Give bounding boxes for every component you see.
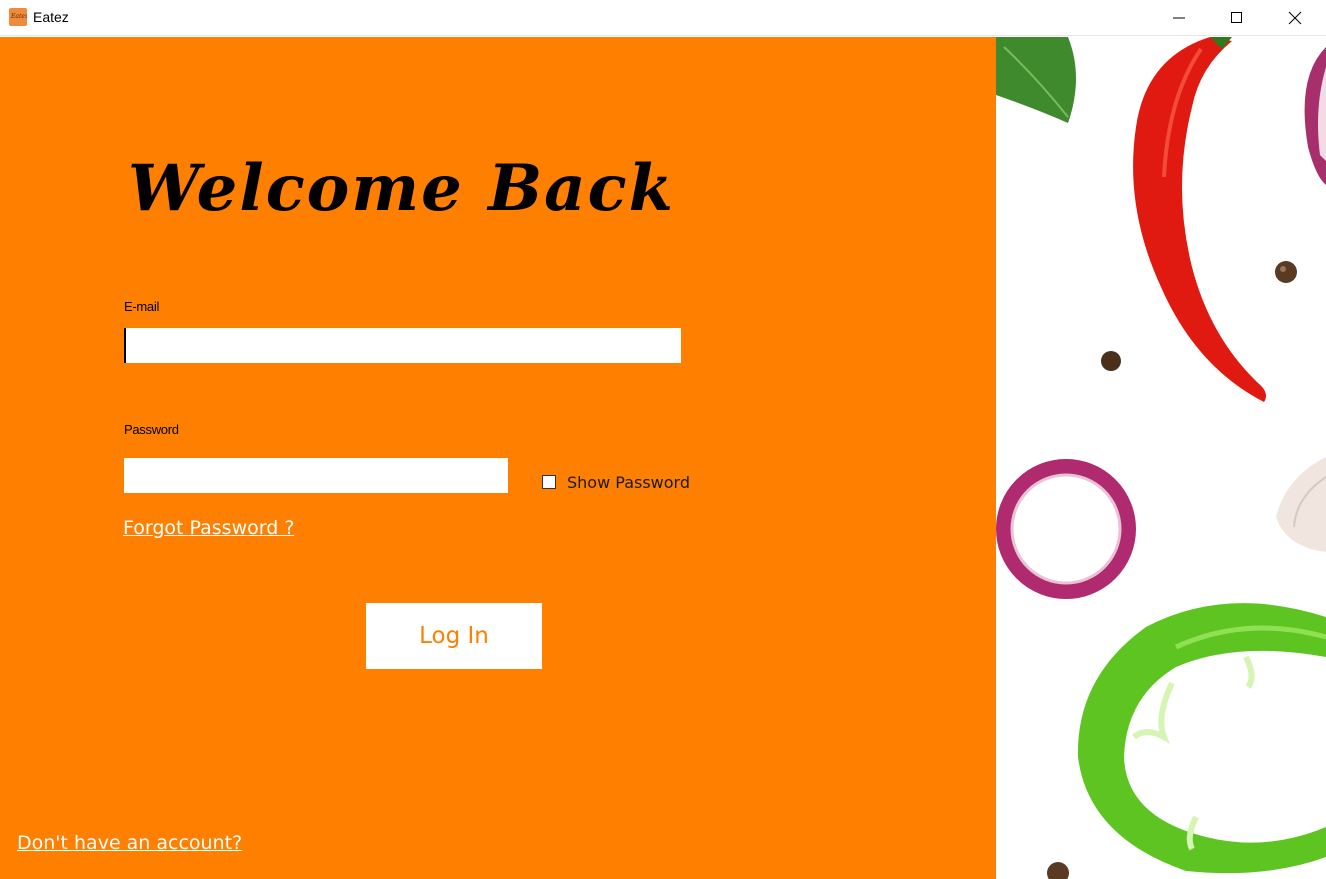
signup-link[interactable]: Don't have an account? [17, 832, 242, 854]
email-label: E-mail [124, 299, 160, 314]
show-password-label[interactable]: Show Password [567, 473, 690, 492]
window-title: Eatez [33, 9, 69, 25]
vegetables-illustration [996, 37, 1326, 879]
title-bar: Eatez Eatez [0, 0, 1326, 36]
maximize-button[interactable] [1208, 0, 1266, 36]
close-button[interactable] [1266, 0, 1324, 36]
close-icon [1288, 11, 1302, 25]
password-label: Password [124, 422, 179, 437]
email-input[interactable] [124, 328, 681, 363]
maximize-icon [1231, 12, 1242, 23]
welcome-heading: Welcome Back [128, 151, 675, 226]
forgot-password-link[interactable]: Forgot Password ? [123, 517, 294, 539]
minimize-icon [1173, 17, 1185, 19]
show-password-checkbox[interactable] [542, 475, 556, 489]
login-panel: Welcome Back E-mail Password Show Passwo… [0, 37, 996, 879]
minimize-button[interactable] [1150, 0, 1208, 36]
password-input[interactable] [124, 458, 508, 493]
login-button[interactable]: Log In [366, 603, 542, 669]
vegetables-image [996, 37, 1326, 879]
app-icon: Eatez [9, 8, 27, 26]
